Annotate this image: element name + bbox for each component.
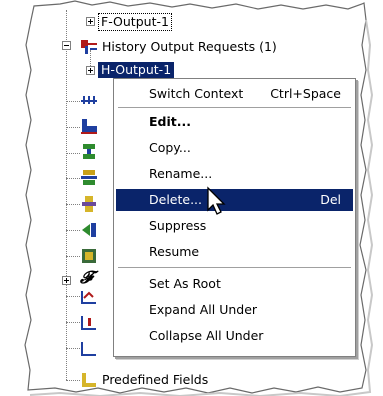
menu-item-switch-context[interactable]: Switch Context Ctrl+Space: [116, 83, 353, 105]
menu-item-suppress[interactable]: Suppress: [116, 215, 353, 237]
menu-item-label: Switch Context: [149, 86, 244, 101]
tree-connector-line: [66, 230, 80, 231]
menu-item-label: Rename...: [149, 166, 213, 181]
menu-item-label: Edit...: [149, 114, 191, 129]
menu-item-delete[interactable]: Delete... Del: [116, 189, 353, 211]
interactions-icon[interactable]: [80, 143, 98, 161]
predefined-fields-icon: [82, 373, 96, 387]
menu-item-collapse-all-under[interactable]: Collapse All Under: [116, 325, 353, 347]
tree-connector-line: [66, 348, 80, 349]
contact-initialization-icon[interactable]: [80, 221, 98, 239]
tree-connector-line: [66, 10, 67, 380]
menu-item-label: Resume: [149, 244, 200, 259]
tree-node-predefined-fields[interactable]: Predefined Fields: [102, 372, 208, 388]
amplitudes-icon[interactable]: [80, 314, 98, 332]
ale-adaptive-mesh-icon[interactable]: [80, 117, 98, 135]
interaction-properties-icon[interactable]: [80, 169, 98, 187]
contact-stabilization-icon[interactable]: [80, 247, 98, 265]
tree-connector-line: [66, 256, 80, 257]
tree-node-history-output[interactable]: H-Output-1: [98, 62, 175, 78]
menu-item-label: Copy...: [149, 140, 191, 155]
menu-item-expand-all-under[interactable]: Expand All Under: [116, 299, 353, 321]
expand-toggle[interactable]: [62, 276, 71, 285]
fields-icon[interactable]: 𝓕: [80, 268, 93, 288]
menu-item-shortcut: Ctrl+Space: [270, 86, 341, 101]
mouse-pointer-icon: [207, 186, 226, 215]
contact-controls-icon[interactable]: [80, 195, 98, 213]
menu-separator: [118, 107, 351, 108]
expand-toggle[interactable]: [86, 66, 95, 75]
tree-connector-line: [66, 380, 80, 381]
tree-connector-line: [66, 127, 80, 128]
context-menu: Switch Context Ctrl+Space Edit... Copy..…: [113, 78, 356, 357]
menu-item-label: Set As Root: [149, 276, 221, 291]
menu-item-label: Suppress: [149, 218, 207, 233]
history-output-requests-icon: [81, 40, 97, 54]
tree-connector-line: [66, 178, 80, 179]
tree-connector-line: [66, 204, 80, 205]
expand-toggle[interactable]: [86, 17, 95, 26]
menu-item-label: Collapse All Under: [149, 328, 264, 343]
menu-separator: [118, 267, 351, 268]
menu-item-resume[interactable]: Resume: [116, 241, 353, 263]
tree-connector-line: [66, 322, 80, 323]
collapse-toggle[interactable]: [62, 41, 71, 50]
loads-icon[interactable]: [80, 340, 98, 358]
time-points-icon[interactable]: [80, 92, 98, 110]
tree-node-field-output[interactable]: F-Output-1: [98, 13, 172, 31]
menu-item-label: Delete...: [149, 192, 202, 207]
menu-item-label: Expand All Under: [149, 302, 258, 317]
tree-connector-line: [66, 153, 80, 154]
tree-connector-line: [66, 296, 80, 297]
connector-sections-icon[interactable]: [80, 288, 98, 306]
menu-item-set-as-root[interactable]: Set As Root: [116, 273, 353, 295]
menu-item-shortcut: Del: [320, 192, 341, 207]
menu-item-rename[interactable]: Rename...: [116, 163, 353, 185]
tree-node-history-output-requests[interactable]: History Output Requests (1): [102, 39, 277, 55]
menu-item-copy[interactable]: Copy...: [116, 137, 353, 159]
menu-item-edit[interactable]: Edit...: [116, 111, 353, 133]
tree-connector-line: [66, 101, 80, 102]
